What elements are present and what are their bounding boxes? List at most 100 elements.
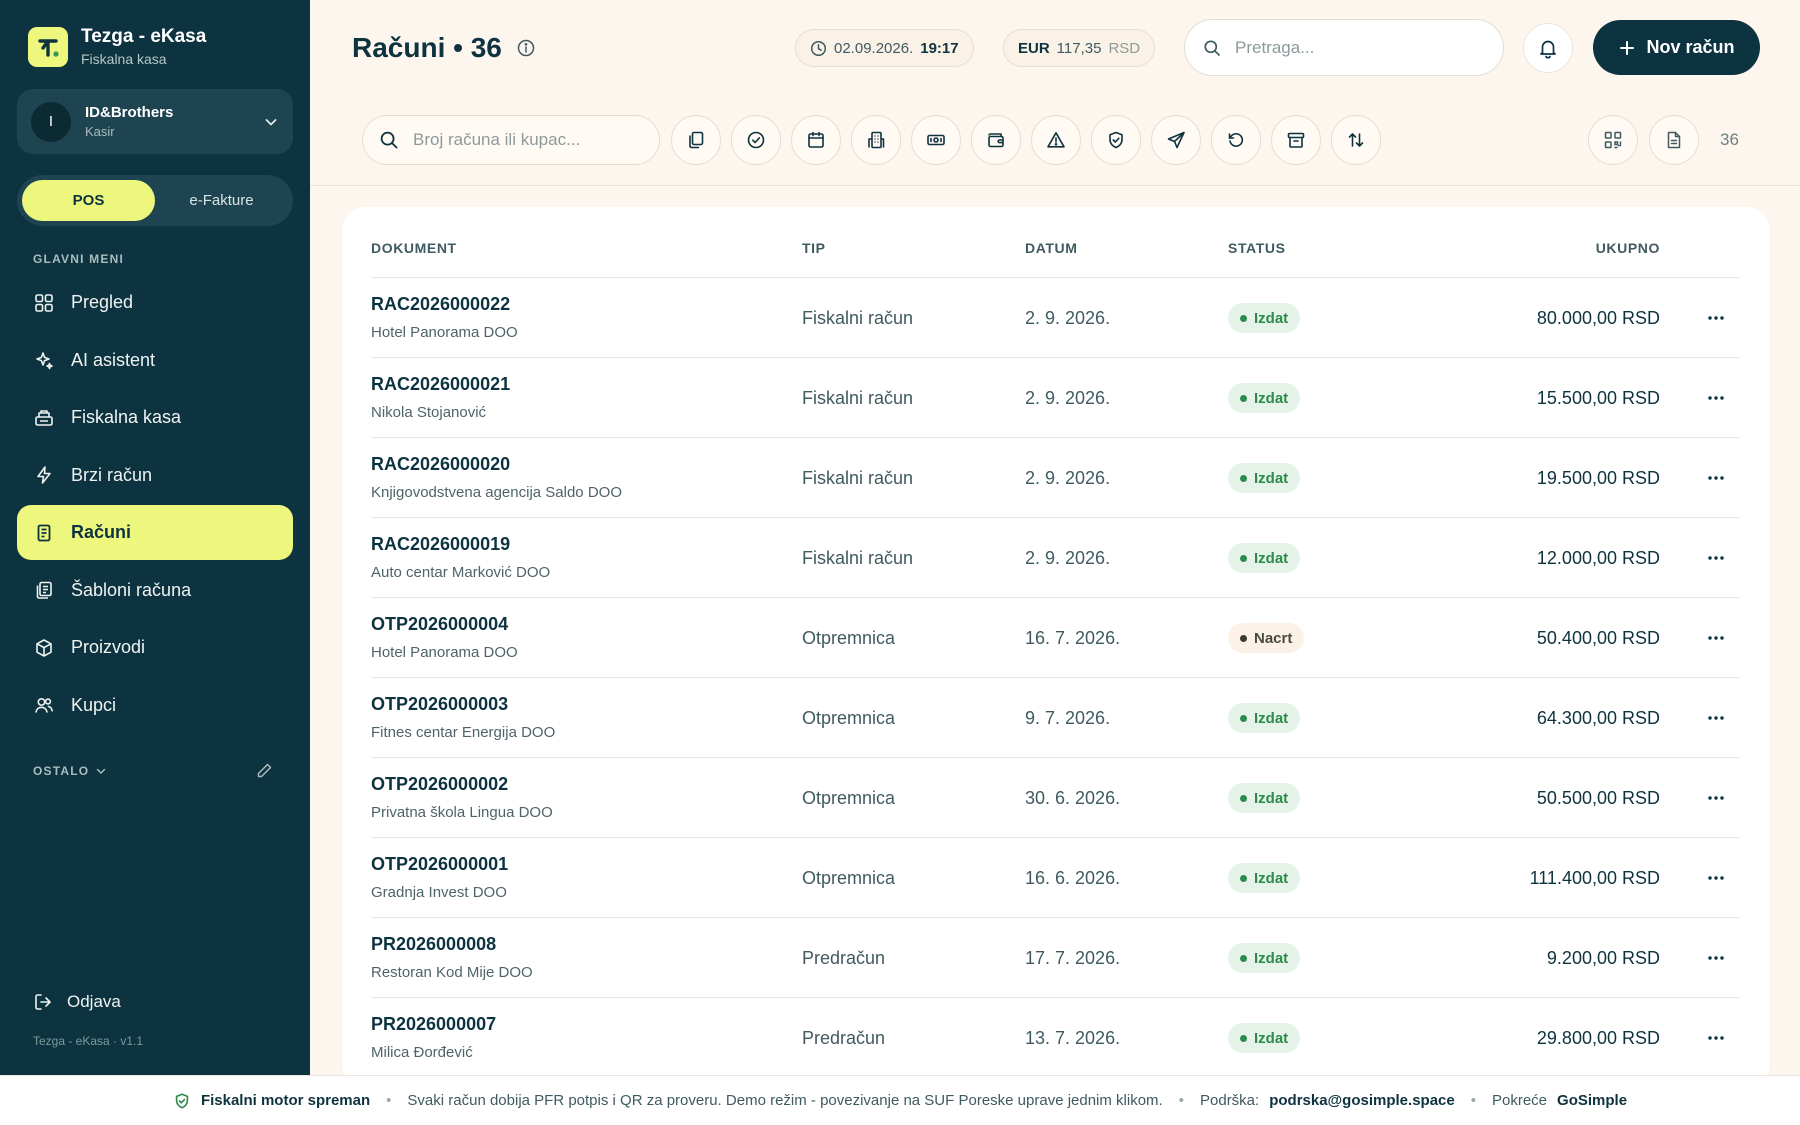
row-actions-button[interactable] — [1702, 864, 1730, 892]
brand[interactable]: Tezga - eKasa Fiskalna kasa — [28, 26, 206, 67]
main-menu-label: GLAVNI MENI — [33, 252, 124, 266]
new-invoice-button[interactable]: Nov račun — [1593, 20, 1760, 75]
table-row[interactable]: OTP2026000004 Hotel Panorama DOO Otpremn… — [371, 597, 1740, 677]
row-actions-button[interactable] — [1702, 1024, 1730, 1052]
row-actions-button[interactable] — [1702, 624, 1730, 652]
status-dot — [1240, 394, 1247, 402]
filter-cash-button[interactable] — [911, 115, 961, 165]
total-amount: 80.000,00 RSD — [1536, 308, 1660, 328]
support-email-link[interactable]: podrska@gosimple.space — [1269, 1092, 1455, 1109]
sidebar-item-sabloni-racuna[interactable]: Šabloni računa — [17, 563, 293, 618]
table-row[interactable]: RAC2026000019 Auto centar Marković DOO F… — [371, 517, 1740, 597]
customer-name: Hotel Panorama DOO — [371, 324, 518, 341]
mode-pos-button[interactable]: POS — [22, 180, 155, 221]
row-actions-button[interactable] — [1702, 384, 1730, 412]
table-row[interactable]: PR2026000007 Milica Đorđević Predračun 1… — [371, 997, 1740, 1077]
column-header-document[interactable]: DOKUMENT — [371, 240, 457, 256]
sidebar-item-kupci[interactable]: Kupci — [17, 678, 293, 733]
table-row[interactable]: RAC2026000021 Nikola Stojanović Fiskalni… — [371, 357, 1740, 437]
building-icon — [866, 130, 886, 150]
filter-company-button[interactable] — [851, 115, 901, 165]
table-row[interactable]: OTP2026000002 Privatna škola Lingua DOO … — [371, 757, 1740, 837]
status-dot — [1240, 954, 1247, 962]
sidebar-item-ai-asistent[interactable]: AI asistent — [17, 333, 293, 388]
undo-icon — [1226, 130, 1246, 150]
export-document-button[interactable] — [1649, 115, 1699, 165]
global-search-input[interactable] — [1235, 37, 1455, 58]
sidebar-item-racuni[interactable]: Računi — [17, 505, 293, 560]
sidebar-item-proizvodi[interactable]: Proizvodi — [17, 620, 293, 675]
sidebar-item-pregled[interactable]: Pregled — [17, 275, 293, 330]
search-icon — [379, 130, 399, 150]
more-horizontal-icon — [1707, 795, 1725, 801]
logout-button[interactable]: Odjava — [33, 992, 121, 1012]
table-row[interactable]: OTP2026000001 Gradnja Invest DOO Otpremn… — [371, 837, 1740, 917]
document-date: 17. 7. 2026. — [1025, 948, 1121, 968]
document-type: Fiskalni račun — [802, 468, 914, 488]
filter-refund-button[interactable] — [1211, 115, 1261, 165]
document-number[interactable]: OTP2026000004 — [371, 614, 508, 635]
sidebar-item-label: Proizvodi — [71, 637, 146, 657]
filter-wallet-button[interactable] — [971, 115, 1021, 165]
document-number[interactable]: RAC2026000019 — [371, 534, 510, 555]
filter-archive-button[interactable] — [1271, 115, 1321, 165]
filter-issued-button[interactable] — [731, 115, 781, 165]
sort-button[interactable] — [1331, 115, 1381, 165]
sidebar-item-fiskalna-kasa[interactable]: Fiskalna kasa — [17, 390, 293, 445]
account-switcher[interactable]: I ID&Brothers Kasir — [17, 89, 293, 154]
total-amount: 50.400,00 RSD — [1536, 628, 1660, 648]
invoice-search-input[interactable] — [413, 130, 643, 150]
powered-by-link[interactable]: GoSimple — [1557, 1092, 1627, 1109]
notifications-button[interactable] — [1523, 23, 1573, 73]
row-actions-button[interactable] — [1702, 544, 1730, 572]
table-header: DOKUMENT TIP DATUM STATUS UKUPNO — [342, 207, 1770, 277]
current-time: 19:17 — [920, 39, 959, 57]
filter-verified-button[interactable] — [1091, 115, 1141, 165]
customer-name: Restoran Kod Mije DOO — [371, 964, 533, 981]
currency-code: EUR — [1018, 39, 1050, 57]
qr-code-button[interactable] — [1588, 115, 1638, 165]
table-row[interactable]: RAC2026000020 Knjigovodstvena agencija S… — [371, 437, 1740, 517]
table-row[interactable]: RAC2026000022 Hotel Panorama DOO Fiskaln… — [371, 277, 1740, 357]
document-number[interactable]: OTP2026000001 — [371, 854, 508, 875]
column-header-type[interactable]: TIP — [802, 240, 826, 256]
document-number[interactable]: PR2026000008 — [371, 934, 496, 955]
qr-code-icon — [1603, 130, 1623, 150]
row-actions-button[interactable] — [1702, 464, 1730, 492]
column-header-total[interactable]: UKUPNO — [1596, 240, 1660, 256]
more-horizontal-icon — [1707, 955, 1725, 961]
filter-date-button[interactable] — [791, 115, 841, 165]
filter-sent-button[interactable] — [1151, 115, 1201, 165]
document-number[interactable]: RAC2026000021 — [371, 374, 510, 395]
edit-pencil-icon[interactable] — [256, 762, 273, 779]
status-badge: Izdat — [1228, 463, 1301, 493]
customer-name: Knjigovodstvena agencija Saldo DOO — [371, 484, 622, 501]
filter-copy-button[interactable] — [671, 115, 721, 165]
row-actions-button[interactable] — [1702, 304, 1730, 332]
row-actions-button[interactable] — [1702, 704, 1730, 732]
document-number[interactable]: RAC2026000020 — [371, 454, 510, 475]
row-actions-button[interactable] — [1702, 784, 1730, 812]
info-icon[interactable] — [516, 38, 536, 58]
other-section-toggle[interactable]: OSTALO — [33, 764, 107, 778]
column-header-date[interactable]: DATUM — [1025, 240, 1078, 256]
column-header-status[interactable]: STATUS — [1228, 240, 1286, 256]
status-badge: Izdat — [1228, 303, 1301, 333]
logout-icon — [33, 992, 53, 1012]
sidebar-item-brzi-racun[interactable]: Brzi račun — [17, 448, 293, 503]
filter-warning-button[interactable] — [1031, 115, 1081, 165]
document-number[interactable]: OTP2026000002 — [371, 774, 508, 795]
grid-icon — [33, 292, 55, 314]
table-row[interactable]: OTP2026000003 Fitnes centar Energija DOO… — [371, 677, 1740, 757]
mode-efakture-button[interactable]: e-Fakture — [155, 180, 288, 221]
more-horizontal-icon — [1707, 555, 1725, 561]
document-number[interactable]: RAC2026000022 — [371, 294, 510, 315]
wallet-icon — [986, 130, 1006, 150]
document-number[interactable]: OTP2026000003 — [371, 694, 508, 715]
row-actions-button[interactable] — [1702, 944, 1730, 972]
document-date: 2. 9. 2026. — [1025, 548, 1111, 568]
status-dot — [1240, 554, 1247, 562]
table-row[interactable]: PR2026000008 Restoran Kod Mije DOO Predr… — [371, 917, 1740, 997]
global-search — [1184, 19, 1504, 76]
document-number[interactable]: PR2026000007 — [371, 1014, 496, 1035]
